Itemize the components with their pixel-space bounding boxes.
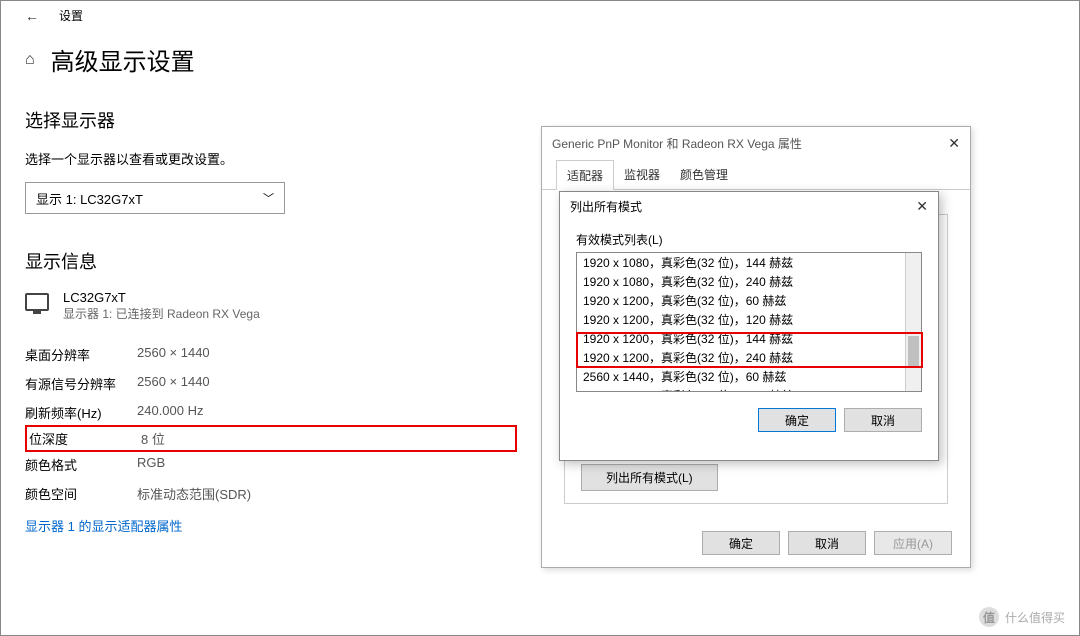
value-colorfmt: RGB: [137, 455, 165, 474]
row-active-res: 有源信号分辨率 2560 × 1440: [25, 369, 517, 398]
display-info-head: 显示信息: [25, 248, 517, 274]
label-colorspace: 颜色空间: [25, 484, 137, 503]
tab-adapter[interactable]: 适配器: [556, 160, 614, 190]
dialog-title: Generic PnP Monitor 和 Radeon RX Vega 属性: [552, 135, 802, 152]
monitor-subtitle: 显示器 1: 已连接到 Radeon RX Vega: [63, 305, 260, 322]
value-active-res: 2560 × 1440: [137, 374, 210, 393]
list-modes-dialog: 列出所有模式 ✕ 有效模式列表(L) 1920 x 1080，真彩色(32 位)…: [559, 191, 939, 461]
label-desktop-res: 桌面分辨率: [25, 345, 137, 364]
display-selected: 显示 1: LC32G7xT: [36, 189, 143, 208]
dialog-tabs: 适配器 监视器 颜色管理: [542, 160, 970, 190]
mode-item[interactable]: 2560 x 1440，真彩色(32 位)，120 赫兹: [577, 386, 921, 392]
value-bitdepth: 8 位: [141, 429, 165, 448]
list-all-modes-button[interactable]: 列出所有模式(L): [581, 464, 718, 491]
value-colorspace: 标准动态范围(SDR): [137, 484, 251, 503]
adapter-properties-link[interactable]: 显示器 1 的显示适配器属性: [25, 516, 517, 535]
tab-colormgmt[interactable]: 颜色管理: [670, 160, 738, 189]
modes-button-row: 确定 取消: [576, 408, 922, 432]
close-icon[interactable]: ✕: [916, 198, 928, 215]
display-selector[interactable]: 显示 1: LC32G7xT ﹀: [25, 182, 285, 214]
chevron-down-icon: ﹀: [263, 190, 274, 206]
settings-pane: ← 设置 ⌂ 高级显示设置 选择显示器 选择一个显示器以查看或更改设置。 显示 …: [1, 1, 541, 535]
cancel-button[interactable]: 取消: [788, 531, 866, 555]
info-table: 桌面分辨率 2560 × 1440 有源信号分辨率 2560 × 1440 刷新…: [25, 340, 517, 535]
top-bar: ← 设置: [25, 1, 517, 42]
value-desktop-res: 2560 × 1440: [137, 345, 210, 364]
mode-item[interactable]: 1920 x 1080，真彩色(32 位)，144 赫兹: [577, 253, 921, 272]
apply-button[interactable]: 应用(A): [874, 531, 952, 555]
label-refresh: 刷新频率(Hz): [25, 403, 137, 422]
close-icon[interactable]: ✕: [948, 135, 960, 152]
watermark: 值 什么值得买: [979, 607, 1065, 627]
modes-ok-button[interactable]: 确定: [758, 408, 836, 432]
home-icon[interactable]: ⌂: [25, 51, 35, 69]
mode-item[interactable]: 2560 x 1440，真彩色(32 位)，60 赫兹: [577, 367, 921, 386]
label-active-res: 有源信号分辨率: [25, 374, 137, 393]
modes-title-text: 列出所有模式: [570, 198, 642, 215]
mode-item[interactable]: 1920 x 1200，真彩色(32 位)，144 赫兹: [577, 329, 921, 348]
mode-item[interactable]: 1920 x 1200，真彩色(32 位)，120 赫兹: [577, 310, 921, 329]
label-colorfmt: 颜色格式: [25, 455, 137, 474]
dialog-titlebar: Generic PnP Monitor 和 Radeon RX Vega 属性 …: [542, 127, 970, 160]
tab-monitor[interactable]: 监视器: [614, 160, 670, 189]
row-refresh: 刷新频率(Hz) 240.000 Hz: [25, 398, 517, 427]
modes-cancel-button[interactable]: 取消: [844, 408, 922, 432]
modes-titlebar: 列出所有模式 ✕: [560, 192, 938, 221]
settings-label: 设置: [59, 7, 83, 24]
row-desktop-res: 桌面分辨率 2560 × 1440: [25, 340, 517, 369]
mode-item[interactable]: 1920 x 1080，真彩色(32 位)，240 赫兹: [577, 272, 921, 291]
modes-listbox[interactable]: 1920 x 1080，真彩色(32 位)，144 赫兹 1920 x 1080…: [576, 252, 922, 392]
monitor-name: LC32G7xT: [63, 290, 260, 305]
mode-item[interactable]: 1920 x 1200，真彩色(32 位)，60 赫兹: [577, 291, 921, 310]
back-arrow-icon[interactable]: ←: [25, 8, 39, 24]
value-refresh: 240.000 Hz: [137, 403, 204, 422]
dialog-button-row: 确定 取消 应用(A): [702, 531, 952, 555]
choose-display-hint: 选择一个显示器以查看或更改设置。: [25, 149, 517, 168]
scrollbar[interactable]: [905, 253, 921, 391]
watermark-text: 什么值得买: [1005, 609, 1065, 626]
row-bitdepth: 位深度 8 位: [25, 425, 517, 452]
modes-list-label: 有效模式列表(L): [576, 231, 922, 248]
page-title: 高级显示设置: [51, 42, 195, 77]
ok-button[interactable]: 确定: [702, 531, 780, 555]
modes-body: 有效模式列表(L) 1920 x 1080，真彩色(32 位)，144 赫兹 1…: [560, 221, 938, 442]
watermark-icon: 值: [979, 607, 999, 627]
monitor-block: LC32G7xT 显示器 1: 已连接到 Radeon RX Vega: [25, 290, 517, 322]
choose-display-head: 选择显示器: [25, 107, 517, 133]
row-colorfmt: 颜色格式 RGB: [25, 450, 517, 479]
row-colorspace: 颜色空间 标准动态范围(SDR): [25, 479, 517, 508]
mode-item[interactable]: 1920 x 1200，真彩色(32 位)，240 赫兹: [577, 348, 921, 367]
label-bitdepth: 位深度: [29, 429, 141, 448]
title-row: ⌂ 高级显示设置: [25, 42, 517, 77]
scrollbar-thumb[interactable]: [908, 336, 919, 366]
monitor-icon: [25, 293, 49, 311]
